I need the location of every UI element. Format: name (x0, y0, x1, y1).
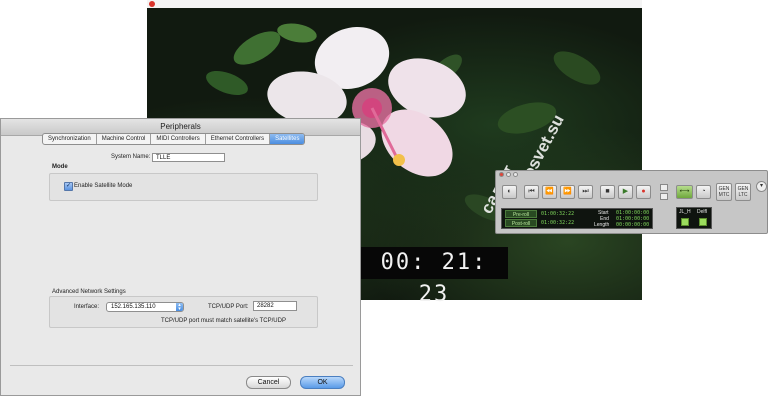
transport-window: ◐ ⏮ ⏪ ⏩ ⏭ ■ ▶ ● ⟷ ◔ GEN MTC GEN LTC ▾ Pre-… (495, 170, 768, 234)
metronome-icon[interactable]: ◔ (696, 185, 711, 199)
interface-label: Interface: (74, 304, 100, 310)
preroll-label[interactable]: Pre-roll (505, 210, 537, 218)
length-value[interactable]: 00:00:00:00 (616, 222, 649, 228)
system-name-field[interactable]: TLLE (152, 153, 225, 162)
zoom-icon[interactable] (513, 172, 518, 177)
tab-satellites[interactable]: Satellites (270, 134, 305, 144)
tab-machine-control[interactable]: Machine Control (97, 134, 152, 144)
counter-display: Pre-roll Post-roll 01:00:32:22 01:00:32:… (501, 208, 653, 229)
enable-satellite-checkbox[interactable]: ✓ (64, 182, 73, 191)
midi-in-label: JL_H (679, 209, 691, 215)
postroll-label[interactable]: Post-roll (505, 219, 537, 227)
port-note: TCP/UDP port must match satellite's TCP/… (161, 318, 286, 324)
chevron-updown-icon: ▴ ▾ (176, 303, 183, 312)
enable-satellite-label: Enable Satellite Mode (74, 183, 133, 189)
video-titlebar (147, 0, 642, 8)
midi-out-label: Delfl (697, 209, 708, 215)
go-to-end-icon[interactable]: ⏭ (578, 185, 593, 199)
rewind-icon[interactable]: ⏪ (542, 185, 557, 199)
tab-synchronization[interactable]: Synchronization (43, 134, 97, 144)
tab-bar: Synchronization Machine Control MIDI Con… (42, 133, 306, 145)
minimize-icon[interactable] (506, 172, 511, 177)
network-group: Interface: 152.165.135.110 ▴ ▾ TCP/UDP Po… (49, 296, 318, 328)
midi-out-indicator (699, 218, 707, 226)
expand-toggle[interactable] (660, 184, 668, 191)
midi-indicator-box: JL_H Delfl (676, 207, 712, 229)
tab-ethernet-controllers[interactable]: Ethernet Controllers (206, 134, 271, 144)
gen-mtc-button[interactable]: GEN MTC (716, 183, 732, 201)
preroll-value[interactable]: 01:00:32:22 (541, 211, 574, 217)
fast-forward-icon[interactable]: ⏩ (560, 185, 575, 199)
close-icon[interactable] (149, 1, 155, 7)
tab-midi-controllers[interactable]: MIDI Controllers (151, 134, 206, 144)
play-icon[interactable]: ▶ (618, 185, 633, 199)
record-icon[interactable]: ● (636, 185, 651, 199)
interface-value: 152.165.135.110 (111, 304, 156, 310)
system-name-label: System Name: (111, 154, 151, 160)
length-label: Length (594, 222, 610, 228)
interface-select[interactable]: 152.165.135.110 ▴ ▾ (106, 302, 184, 312)
port-label: TCP/UDP Port: (208, 304, 249, 310)
midi-in-indicator (681, 218, 689, 226)
divider (10, 365, 353, 366)
cancel-button[interactable]: Cancel (246, 376, 291, 389)
close-icon[interactable] (499, 172, 504, 177)
port-field[interactable]: 28282 (253, 301, 297, 311)
chevron-down-icon[interactable]: ▾ (756, 181, 767, 192)
postroll-value[interactable]: 01:00:32:22 (541, 220, 574, 226)
stop-icon[interactable]: ■ (600, 185, 615, 199)
loop-icon[interactable]: ⟷ (676, 185, 693, 199)
mode-heading: Mode (52, 164, 68, 170)
online-icon[interactable]: ◐ (502, 185, 517, 199)
expand-toggle[interactable] (660, 193, 668, 200)
timecode-display: 00: 21: 23 (360, 247, 508, 307)
return-to-zero-icon[interactable]: ⏮ (524, 185, 539, 199)
gen-ltc-button[interactable]: GEN LTC (735, 183, 751, 201)
ok-button[interactable]: OK (300, 376, 345, 389)
mode-group: ✓ Enable Satellite Mode (49, 173, 318, 201)
peripherals-dialog: Peripherals Synchronization Machine Cont… (0, 118, 361, 396)
network-heading: Advanced Network Settings (52, 289, 126, 295)
